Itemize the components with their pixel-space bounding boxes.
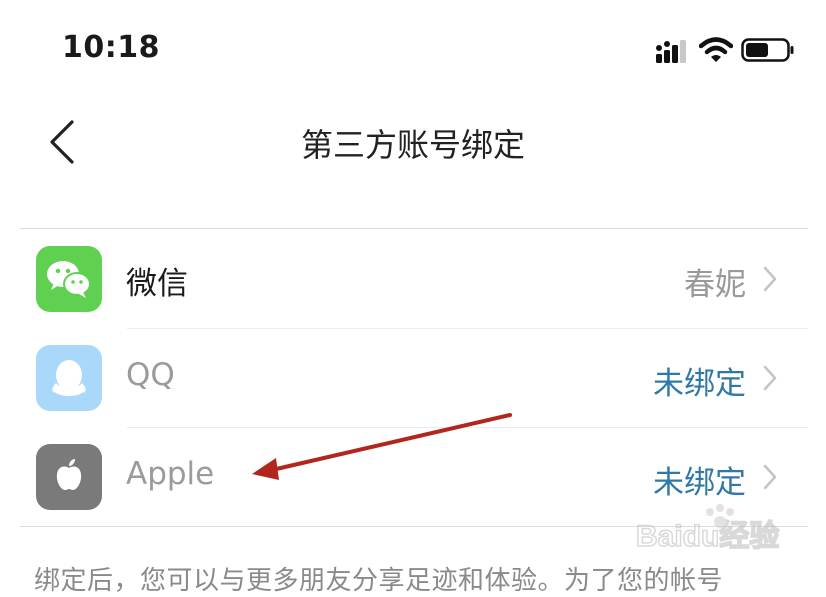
- wifi-icon: [699, 37, 733, 62]
- cellular-signal-icon: [656, 40, 686, 63]
- account-status: 未绑定: [653, 366, 746, 402]
- account-status: 春妮: [684, 267, 746, 303]
- status-time: 10:18: [62, 30, 160, 65]
- account-row-qq[interactable]: QQ 未绑定: [20, 328, 808, 427]
- apple-icon: [36, 444, 102, 510]
- page-title: 第三方账号绑定: [300, 126, 525, 164]
- chevron-right-icon: [763, 365, 777, 391]
- account-label: Apple: [126, 456, 215, 492]
- account-row-apple[interactable]: Apple 未绑定: [20, 427, 808, 526]
- status-bar: 10:18: [0, 0, 826, 100]
- account-label: 微信: [126, 266, 188, 302]
- account-status: 未绑定: [653, 465, 746, 501]
- account-label: QQ: [126, 357, 175, 393]
- account-row-wechat[interactable]: 微信 春妮: [20, 229, 808, 328]
- battery-icon: [741, 38, 794, 62]
- chevron-right-icon: [763, 266, 777, 292]
- chevron-right-icon: [763, 464, 777, 490]
- account-list: 微信 春妮 QQ 未绑定 Apple 未绑定: [20, 228, 808, 527]
- nav-bar: 第三方账号绑定: [0, 100, 826, 180]
- binding-description: 绑定后，您可以与更多朋友分享足迹和体验。为了您的帐号: [34, 566, 724, 596]
- qq-icon: [36, 345, 102, 411]
- wechat-icon: [36, 246, 102, 312]
